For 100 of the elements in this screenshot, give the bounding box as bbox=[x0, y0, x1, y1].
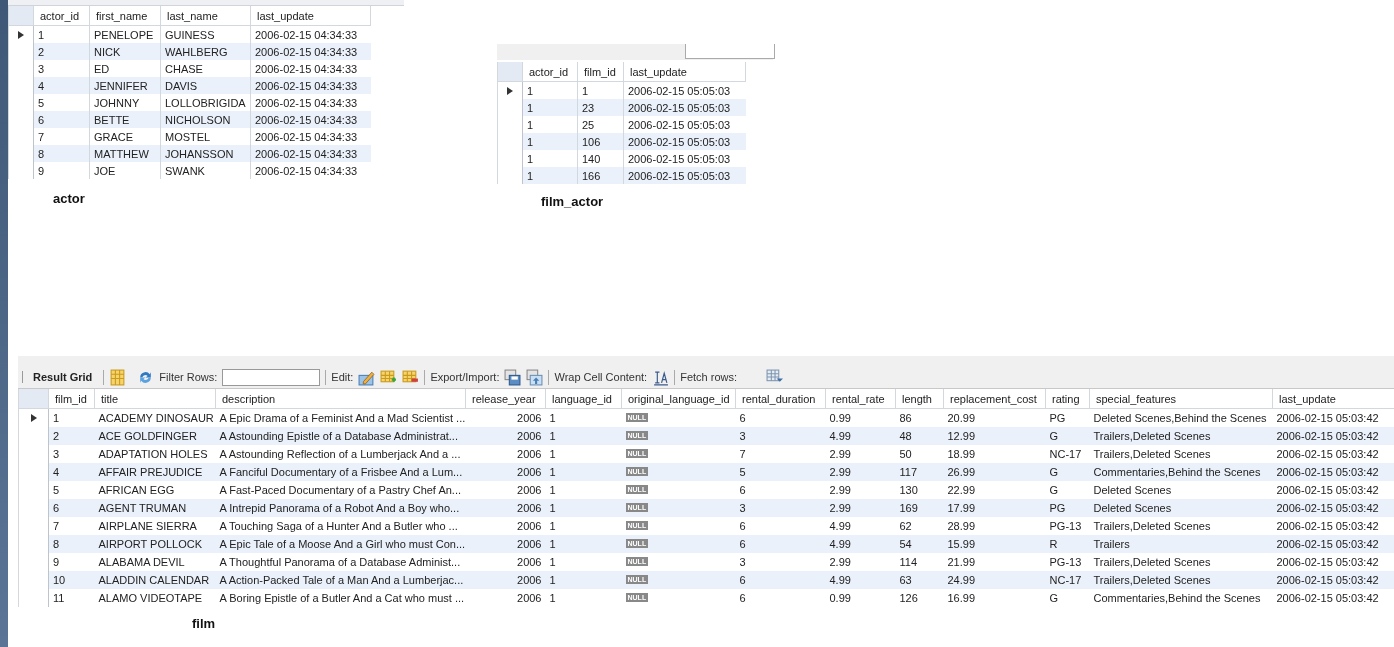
table-cell: 3 bbox=[739, 502, 746, 514]
table-cell: JOHNNY bbox=[94, 96, 140, 109]
fetch-rows-label: Fetch rows: bbox=[680, 371, 738, 383]
table-cell: 2006-02-15 04:34:33 bbox=[255, 113, 358, 126]
table-cell: A Boring Epistle of a Butler And a Cat who must ... bbox=[219, 592, 465, 604]
column-header[interactable]: film_id bbox=[48, 389, 95, 409]
table-cell: Trailers,Deleted Scenes bbox=[1093, 448, 1211, 460]
table-cell: 4 bbox=[38, 79, 45, 92]
table-cell: 6 bbox=[739, 574, 746, 586]
table-cell: MOSTEL bbox=[165, 130, 211, 143]
column-header[interactable]: rental_duration bbox=[735, 389, 826, 409]
table-cell: 2006-02-15 05:03:42 bbox=[1276, 448, 1379, 460]
table-cell: 114 bbox=[899, 556, 918, 568]
column-header[interactable]: description bbox=[215, 389, 466, 409]
table-cell: 24.99 bbox=[947, 574, 976, 586]
table-cell: 6 bbox=[739, 520, 746, 532]
column-header[interactable]: replacement_cost bbox=[943, 389, 1046, 409]
table-cell: ALADDIN CALENDAR bbox=[98, 574, 210, 586]
table-cell: 106 bbox=[582, 135, 601, 148]
column-header[interactable]: rental_rate bbox=[825, 389, 896, 409]
edit-label: Edit: bbox=[331, 371, 354, 383]
table-cell: 2006-02-15 05:03:42 bbox=[1276, 556, 1379, 568]
column-header[interactable]: special_features bbox=[1089, 389, 1273, 409]
table-cell: 63 bbox=[899, 574, 912, 586]
table-cell: 4.99 bbox=[829, 574, 851, 586]
column-header[interactable]: release_year bbox=[465, 389, 546, 409]
table-cell: GRACE bbox=[94, 130, 134, 143]
table-cell: 10 bbox=[53, 574, 66, 586]
table-cell: 5 bbox=[53, 484, 60, 496]
table-cell: 1 bbox=[549, 574, 556, 586]
table-cell: 2006 bbox=[517, 574, 542, 586]
table-cell: 1 bbox=[527, 84, 534, 97]
column-header[interactable]: first_name bbox=[89, 6, 161, 26]
table-cell: 2006-02-15 05:05:03 bbox=[628, 84, 731, 97]
table-cell: 21.99 bbox=[947, 556, 976, 568]
table-cell: 9 bbox=[38, 164, 45, 177]
table-cell: 2006-02-15 04:34:33 bbox=[255, 96, 358, 109]
table-cell: 2.99 bbox=[829, 466, 851, 478]
table-cell: 86 bbox=[899, 412, 912, 424]
column-header[interactable]: actor_id bbox=[33, 6, 90, 26]
table-cell: 20.99 bbox=[947, 412, 976, 424]
column-header[interactable]: rating bbox=[1045, 389, 1090, 409]
table-cell: ED bbox=[94, 62, 110, 75]
table-cell: 2006-02-15 05:05:03 bbox=[628, 118, 731, 131]
table-cell: GUINESS bbox=[165, 28, 215, 41]
table-cell: JENNIFER bbox=[94, 79, 148, 92]
table-cell: 1 bbox=[549, 592, 556, 604]
table-cell: 1 bbox=[527, 169, 534, 182]
table-cell: 1 bbox=[527, 135, 534, 148]
result-grid-tab[interactable]: Result Grid bbox=[22, 371, 99, 383]
column-header[interactable]: last_update bbox=[250, 6, 371, 26]
table-cell: A Epic Drama of a Feminist And a Mad Scientist ... bbox=[219, 412, 466, 424]
table-cell: 4 bbox=[53, 466, 60, 478]
table-cell: PG bbox=[1049, 502, 1066, 514]
table-cell: 1 bbox=[549, 538, 556, 550]
table-cell: G bbox=[1049, 592, 1059, 604]
table-cell: 23 bbox=[582, 101, 595, 114]
table-cell: ALAMO VIDEOTAPE bbox=[98, 592, 203, 604]
table-cell: 6 bbox=[38, 113, 45, 126]
table-cell: 12.99 bbox=[947, 430, 976, 442]
table-cell: 2006-02-15 05:03:42 bbox=[1276, 484, 1379, 496]
table-cell: ALABAMA DEVIL bbox=[98, 556, 185, 568]
column-header[interactable]: original_language_id bbox=[621, 389, 736, 409]
table-cell: A Astounding Epistle of a Database Administrat... bbox=[219, 430, 458, 442]
table-cell: 15.99 bbox=[947, 538, 976, 550]
table-cell: 17.99 bbox=[947, 502, 976, 514]
table-cell: Deleted Scenes bbox=[1093, 502, 1172, 514]
column-header[interactable]: title bbox=[94, 389, 216, 409]
table-cell: 48 bbox=[899, 430, 912, 442]
column-header[interactable]: last_name bbox=[160, 6, 251, 26]
table-cell: 6 bbox=[739, 412, 746, 424]
table-cell: 2006-02-15 04:34:33 bbox=[255, 79, 358, 92]
table-cell: 9 bbox=[53, 556, 60, 568]
table-cell: PENELOPE bbox=[94, 28, 154, 41]
table-cell: AFRICAN EGG bbox=[98, 484, 175, 496]
table-cell: 5 bbox=[38, 96, 45, 109]
column-header[interactable]: film_id bbox=[577, 62, 624, 82]
column-header[interactable]: actor_id bbox=[522, 62, 578, 82]
table-cell: 3 bbox=[53, 448, 60, 460]
table-cell: 2.99 bbox=[829, 556, 851, 568]
table-cell: 2006-02-15 04:34:33 bbox=[255, 62, 358, 75]
table-cell: 6 bbox=[739, 592, 746, 604]
wrap-cell-content-label: Wrap Cell Content: bbox=[554, 371, 648, 383]
table-caption: film bbox=[192, 616, 216, 631]
column-header[interactable]: language_id bbox=[545, 389, 622, 409]
table-cell: SWANK bbox=[165, 164, 205, 177]
table-cell: 54 bbox=[899, 538, 912, 550]
table-cell: 0.99 bbox=[829, 592, 851, 604]
column-header[interactable]: length bbox=[895, 389, 944, 409]
table-cell: 166 bbox=[582, 169, 601, 182]
table-cell: 1 bbox=[527, 118, 534, 131]
table-cell: 7 bbox=[739, 448, 746, 460]
column-header[interactable]: last_update bbox=[1272, 389, 1394, 409]
table-cell: A Epic Tale of a Moose And a Girl who must Con... bbox=[219, 538, 466, 550]
table-cell: 1 bbox=[527, 152, 534, 165]
column-header[interactable]: last_update bbox=[623, 62, 746, 82]
table-cell: 28.99 bbox=[947, 520, 976, 532]
table-cell: Deleted Scenes bbox=[1093, 484, 1172, 496]
table-cell: Trailers,Deleted Scenes bbox=[1093, 430, 1211, 442]
filter-rows-label: Filter Rows: bbox=[159, 371, 218, 383]
